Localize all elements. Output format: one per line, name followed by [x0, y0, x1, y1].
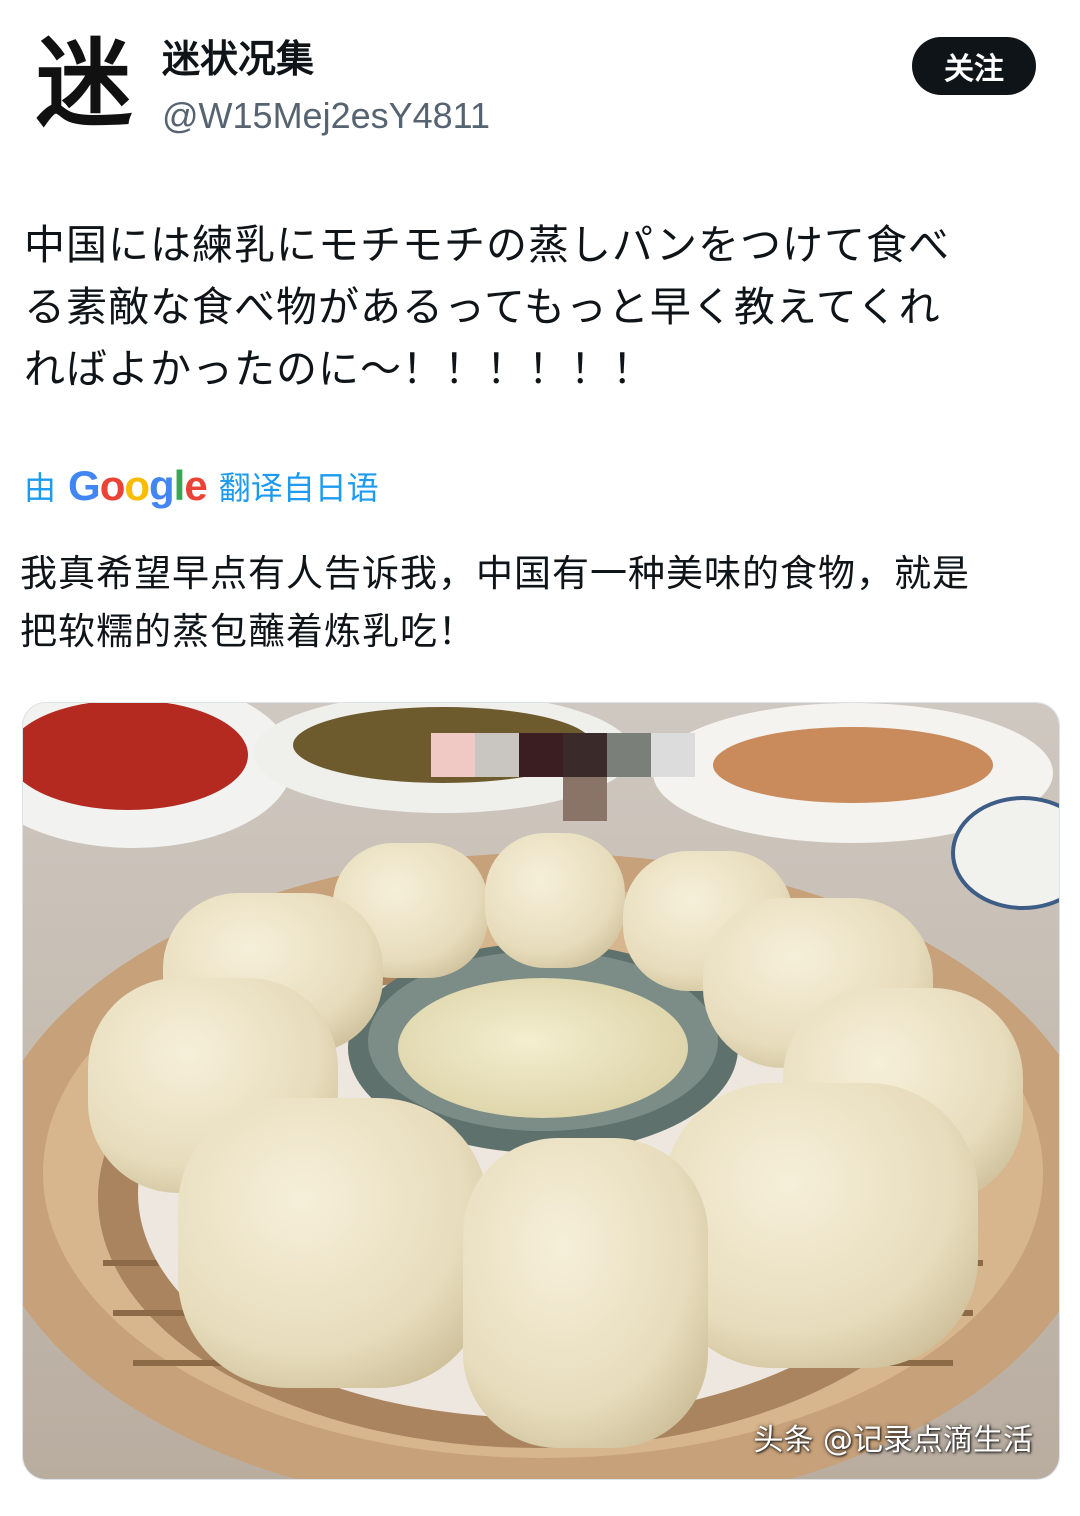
google-letter: e [184, 462, 207, 509]
tweet-translated-line: 我真希望早点有人告诉我，中国有一种美味的食物，就是 [20, 552, 970, 595]
tweet-original-line: る素敵な食べ物があるってもっと早く教えてくれ [24, 283, 941, 331]
tweet-translated-text: 我真希望早点有人告诉我，中国有一种美味的食物，就是 把软糯的蒸包蘸着炼乳吃！ [20, 545, 1060, 661]
google-letter: o [99, 462, 126, 509]
tweet-original-line: 中国には練乳にモチモチの蒸しパンをつけて食べ [24, 221, 951, 269]
tweet-original-text: 中国には練乳にモチモチの蒸しパンをつけて食べ る素敵な食べ物があるってもっと早く… [24, 214, 1034, 400]
tweet-original-line: ればよかったのに～！！！！！！ [24, 345, 654, 393]
avatar[interactable]: 迷 [28, 26, 140, 142]
google-letter: l [173, 462, 186, 509]
translation-attribution[interactable]: 由 Google 翻译自日语 [24, 460, 379, 512]
tweet-photo[interactable]: 头条 @记录点滴生活 [22, 702, 1060, 1480]
tweet-translated-line: 把软糯的蒸包蘸着炼乳吃！ [20, 610, 476, 653]
google-logo: Google [68, 462, 208, 510]
translate-prefix: 由 [24, 469, 57, 507]
google-letter: g [149, 462, 175, 509]
steamed-buns-image [23, 703, 1059, 1479]
user-handle[interactable]: @W15Mej2esY4811 [162, 95, 490, 136]
translate-suffix: 翻译自日语 [218, 469, 379, 507]
display-name[interactable]: 迷状况集 [162, 37, 314, 82]
follow-button[interactable]: 关注 [912, 37, 1036, 95]
google-letter: o [124, 462, 150, 509]
watermark: 头条 @记录点滴生活 [753, 1423, 1033, 1458]
google-letter: G [68, 462, 101, 509]
